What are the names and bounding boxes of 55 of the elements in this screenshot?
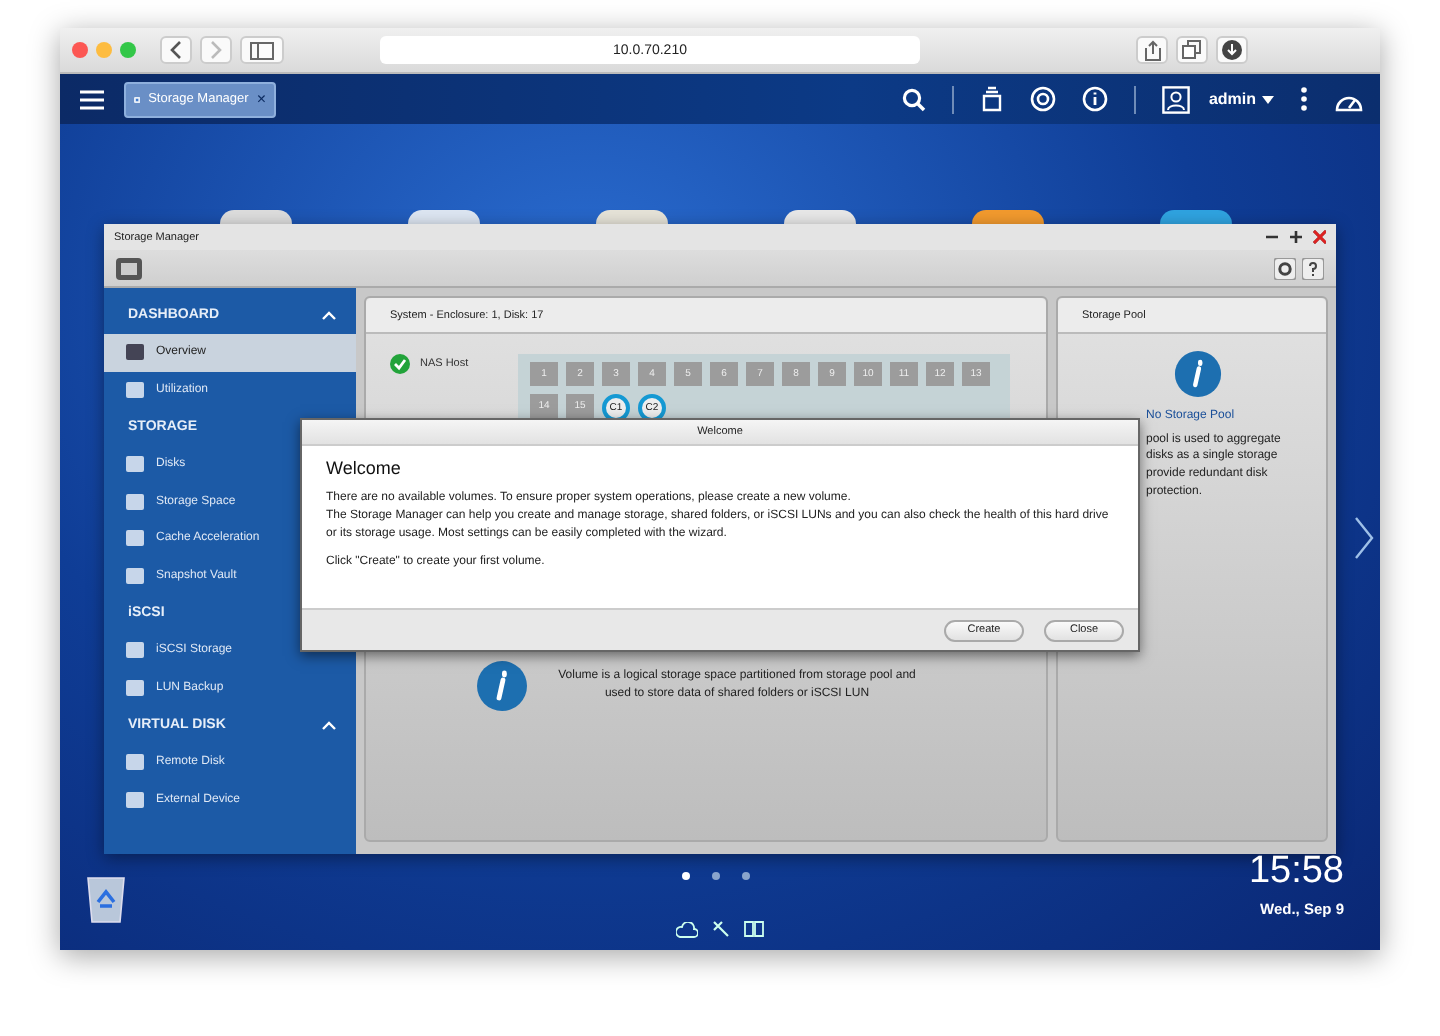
item-icon xyxy=(126,754,144,771)
check-icon xyxy=(390,354,410,374)
chevron-right-icon xyxy=(208,40,224,60)
search-icon[interactable] xyxy=(902,87,927,111)
page-dot[interactable] xyxy=(712,872,720,880)
user-menu[interactable]: admin xyxy=(1208,90,1256,108)
info-icon[interactable] xyxy=(1082,86,1109,112)
item-icon xyxy=(126,530,144,547)
settings-icon[interactable] xyxy=(1274,257,1296,279)
menu-icon[interactable] xyxy=(80,89,104,109)
caret-icon xyxy=(1262,95,1274,103)
next-page-icon[interactable] xyxy=(1354,516,1374,560)
share-button[interactable] xyxy=(1136,36,1168,64)
info-icon xyxy=(476,660,528,712)
close-button[interactable] xyxy=(72,42,88,58)
sidebar-button[interactable] xyxy=(240,36,284,64)
item-icon xyxy=(126,381,144,398)
page-dot[interactable] xyxy=(682,872,690,880)
tabs-button[interactable] xyxy=(1176,36,1208,64)
download-icon xyxy=(1222,40,1242,60)
more-icon[interactable] xyxy=(1300,86,1308,112)
page-dot[interactable] xyxy=(742,872,750,880)
book-icon[interactable] xyxy=(744,920,764,938)
app-icon[interactable] xyxy=(408,210,480,224)
info-icon xyxy=(1174,350,1222,398)
tools-icon[interactable] xyxy=(712,920,730,938)
stack-icon[interactable] xyxy=(980,86,1005,112)
tab-close-button[interactable]: × xyxy=(256,90,266,108)
item-icon xyxy=(126,642,144,659)
app-icon[interactable] xyxy=(784,210,856,224)
app-icon[interactable] xyxy=(972,210,1044,224)
item-icon xyxy=(126,567,144,584)
help-icon[interactable] xyxy=(1302,257,1324,279)
item-icon xyxy=(126,791,144,808)
share-icon xyxy=(1143,39,1161,61)
window-controls-icon[interactable] xyxy=(1266,230,1326,244)
app-icon[interactable] xyxy=(596,210,668,224)
item-icon xyxy=(126,679,144,696)
chevron-left-icon xyxy=(168,40,184,60)
cloud-icon[interactable] xyxy=(676,921,698,937)
dialog-heading: Welcome xyxy=(326,458,403,478)
back-button[interactable] xyxy=(160,36,192,64)
user-icon[interactable] xyxy=(1162,85,1191,113)
app-icon[interactable] xyxy=(220,210,292,224)
item-icon xyxy=(126,456,144,473)
sidebar-icon xyxy=(250,41,274,59)
recycle-bin-icon[interactable] xyxy=(86,872,126,924)
tabs-icon xyxy=(1182,40,1202,60)
chevron-icon[interactable] xyxy=(322,310,336,320)
clock-time: 15:58 xyxy=(1248,852,1344,890)
item-icon xyxy=(126,493,144,510)
app-icon[interactable] xyxy=(1160,210,1232,224)
download-button[interactable] xyxy=(1216,36,1248,64)
chevron-icon[interactable] xyxy=(322,720,336,730)
item-icon xyxy=(126,344,144,361)
